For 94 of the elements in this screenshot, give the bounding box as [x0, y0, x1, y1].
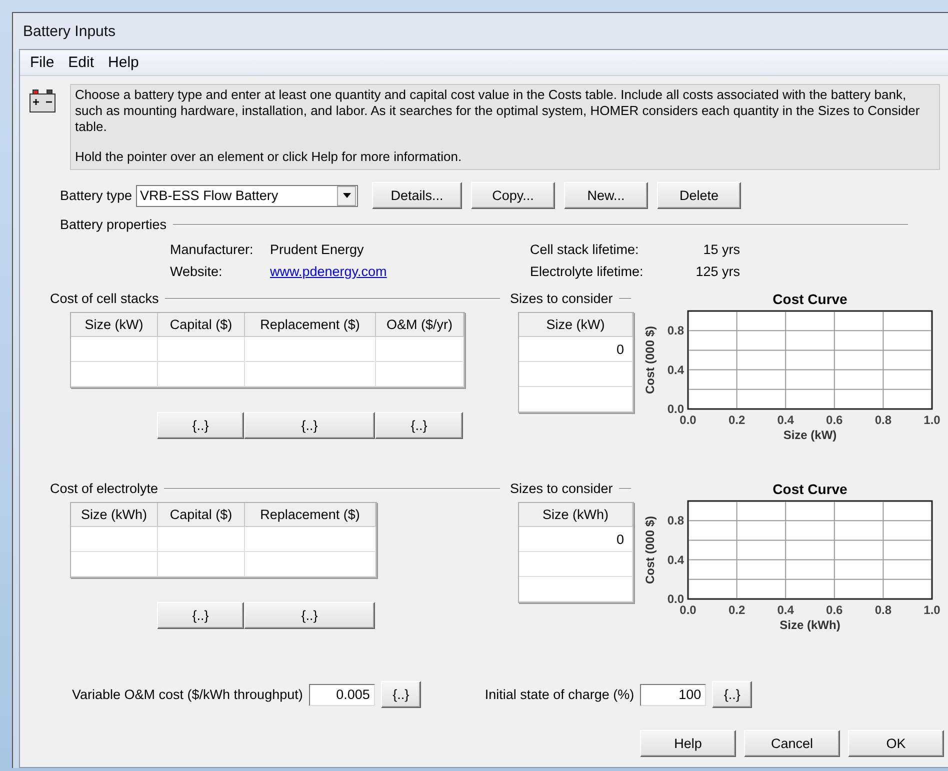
group-title: Battery properties	[60, 217, 167, 232]
x-axis-label: Size (kWh)	[780, 618, 840, 632]
edit-values-button[interactable]: {..}	[244, 412, 375, 439]
table-cell[interactable]	[245, 362, 376, 387]
dialog-button[interactable]: New...	[564, 182, 648, 209]
table-cell[interactable]	[158, 337, 245, 362]
chart-title: Cost Curve	[772, 481, 848, 497]
x-tick-label: 1.0	[924, 413, 940, 427]
field-label: Initial state of charge (%)	[484, 687, 634, 702]
table-cell[interactable]: 0	[519, 337, 633, 362]
table-cell[interactable]	[519, 362, 633, 387]
y-tick-label: 0.4	[667, 552, 684, 567]
dialog-button[interactable]: Delete	[657, 182, 742, 209]
table-cell[interactable]	[519, 552, 633, 577]
edit-values-button[interactable]: {..}	[157, 412, 244, 439]
y-tick-label: 0.8	[667, 514, 684, 528]
property-label: Manufacturer:	[170, 242, 254, 257]
column-header: Capital ($)	[158, 313, 245, 337]
edit-values-button[interactable]: {..}	[244, 602, 375, 629]
dialog-button[interactable]: Details...	[372, 182, 462, 209]
group-title: Sizes to consider	[510, 481, 613, 496]
column-header: O&M ($/yr)	[376, 313, 464, 337]
x-tick-label: 0.4	[777, 413, 794, 427]
x-axis-label: Size (kW)	[783, 428, 837, 442]
info-text: Hold the pointer over an element or click Help for more information.	[75, 149, 463, 165]
table-cell[interactable]	[71, 337, 158, 362]
table-cell[interactable]	[245, 552, 376, 577]
menu-item[interactable]: Help	[102, 53, 145, 72]
table-cell[interactable]	[245, 337, 376, 362]
table-cell[interactable]	[376, 337, 464, 362]
menu-item[interactable]: Edit	[62, 53, 100, 72]
x-tick-label: 0.2	[728, 413, 746, 427]
x-tick-label: 0.8	[874, 413, 892, 427]
table-cell[interactable]	[158, 362, 245, 387]
y-tick-label: 0.4	[667, 362, 684, 377]
dialog-button[interactable]: Cancel	[744, 730, 840, 757]
column-header: Replacement ($)	[245, 503, 376, 527]
table-cell[interactable]	[376, 362, 464, 387]
y-axis-label: Cost (000 $)	[643, 326, 657, 394]
dialog-button[interactable]: Help	[640, 730, 736, 757]
x-tick-label: 0.2	[728, 603, 746, 617]
y-tick-label: 0.0	[667, 592, 684, 606]
group-title: Cost of electrolyte	[50, 481, 158, 496]
menu-item[interactable]: File	[24, 53, 60, 72]
edit-values-button[interactable]: {..}	[712, 681, 752, 708]
property-value: 125 yrs	[694, 264, 740, 279]
y-axis-label: Cost (000 $)	[643, 516, 657, 584]
column-header: Size (kW)	[519, 313, 633, 337]
column-header: Size (kWh)	[71, 503, 158, 527]
website-link[interactable]: www.pdenergy.com	[270, 264, 387, 279]
property-value: 15 yrs	[702, 242, 740, 257]
battery-icon	[28, 88, 58, 114]
field-label: Battery type	[60, 188, 132, 203]
column-header: Replacement ($)	[245, 313, 376, 337]
table-cell[interactable]	[245, 527, 376, 552]
property-label: Cell stack lifetime:	[530, 242, 640, 257]
x-tick-label: 0.6	[826, 413, 843, 427]
edit-values-button[interactable]: {..}	[375, 412, 463, 439]
battery-type-dropdown[interactable]: VRB-ESS Flow Battery	[136, 184, 358, 206]
table-cell[interactable]	[519, 577, 633, 602]
property-value: Prudent Energy	[270, 242, 365, 257]
input-field[interactable]: 0.005	[308, 684, 375, 706]
chart-title: Cost Curve	[772, 291, 848, 307]
input-field[interactable]: 100	[640, 684, 706, 706]
field-label: Variable O&M cost ($/kWh throughput)	[72, 687, 303, 702]
table-cell[interactable]	[71, 552, 158, 577]
table-cell[interactable]	[71, 362, 158, 387]
table-cell[interactable]	[519, 387, 633, 412]
edit-values-button[interactable]: {..}	[380, 681, 421, 708]
dropdown-arrow-icon	[342, 193, 351, 198]
y-tick-label: 0.8	[667, 324, 684, 338]
property-label: Electrolyte lifetime:	[530, 264, 644, 279]
dialog-button[interactable]: OK	[848, 730, 944, 757]
column-header: Capital ($)	[158, 503, 245, 527]
x-tick-label: 0.8	[874, 603, 892, 617]
x-tick-label: 1.0	[924, 603, 940, 617]
column-header: Size (kW)	[71, 313, 158, 337]
x-tick-label: 0.6	[826, 603, 843, 617]
group-title: Sizes to consider	[510, 291, 613, 306]
window-title: Battery Inputs	[23, 22, 116, 40]
x-tick-label: 0.0	[680, 603, 696, 617]
y-tick-label: 0.0	[667, 402, 684, 416]
edit-values-button[interactable]: {..}	[157, 602, 244, 629]
info-text: Choose a battery type and enter at least one quantity and capital cost value in the Costs table. Include all costs associated with the battery bank, such as mounting hardware, installation, and labor. As it searches for the optimal system, HOMER considers each quantity in the Sizes to Consider table.	[75, 87, 921, 135]
dialog-button[interactable]: Copy...	[471, 182, 556, 209]
column-header: Size (kWh)	[519, 503, 633, 527]
table-cell[interactable]: 0	[519, 527, 633, 552]
x-tick-label: 0.0	[680, 413, 696, 427]
table-cell[interactable]	[71, 527, 158, 552]
table-cell[interactable]	[158, 552, 245, 577]
group-title: Cost of cell stacks	[50, 291, 159, 306]
table-cell[interactable]	[158, 527, 245, 552]
property-label: Website:	[170, 264, 224, 279]
x-tick-label: 0.4	[777, 603, 794, 617]
